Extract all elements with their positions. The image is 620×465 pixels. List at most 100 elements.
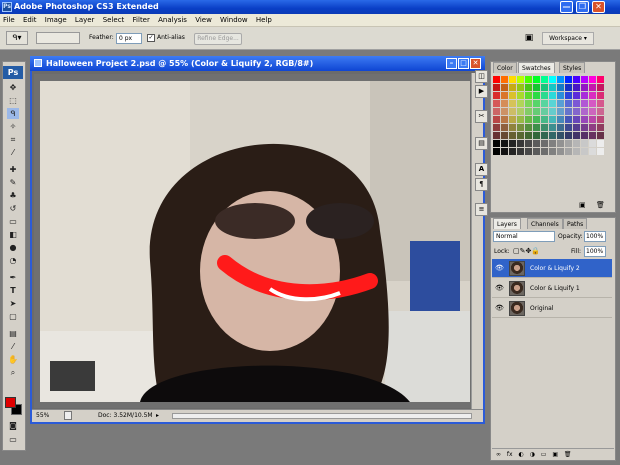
swatch-cell[interactable] (517, 116, 524, 123)
swatch-cell[interactable] (501, 92, 508, 99)
move-tool-icon[interactable]: ✥ (7, 82, 19, 93)
swatch-cell[interactable] (493, 132, 500, 139)
swatch-cell[interactable] (549, 148, 556, 155)
minimize-button[interactable]: — (560, 1, 573, 13)
swatch-cell[interactable] (541, 84, 548, 91)
swatch-grid[interactable] (493, 76, 609, 196)
swatch-cell[interactable] (589, 132, 596, 139)
type-tool-icon[interactable]: T (7, 285, 19, 296)
swatch-cell[interactable] (517, 108, 524, 115)
blur-tool-icon[interactable]: ● (7, 242, 19, 253)
swatch-cell[interactable] (541, 108, 548, 115)
swatch-cell[interactable] (501, 140, 508, 147)
swatch-cell[interactable] (541, 140, 548, 147)
swatch-cell[interactable] (597, 100, 604, 107)
swatch-cell[interactable] (581, 148, 588, 155)
close-button[interactable]: ✕ (592, 1, 605, 13)
swatch-cell[interactable] (573, 140, 580, 147)
swatch-cell[interactable] (525, 84, 532, 91)
zoom-level[interactable]: 55% (36, 410, 49, 422)
swatch-cell[interactable] (533, 116, 540, 123)
eyedropper-icon[interactable]: ⁄ (7, 147, 19, 158)
swatch-cell[interactable] (501, 76, 508, 83)
foreground-color-swatch[interactable] (5, 397, 16, 408)
swatch-cell[interactable] (597, 124, 604, 131)
swatch-cell[interactable] (549, 132, 556, 139)
swatch-cell[interactable] (565, 92, 572, 99)
swatch-cell[interactable] (501, 100, 508, 107)
swatch-cell[interactable] (533, 124, 540, 131)
swatch-cell[interactable] (581, 92, 588, 99)
swatch-cell[interactable] (501, 108, 508, 115)
swatch-cell[interactable] (509, 92, 516, 99)
actions-panel-icon[interactable]: ≡ (475, 203, 488, 216)
swatch-cell[interactable] (565, 148, 572, 155)
swatch-cell[interactable] (533, 92, 540, 99)
swatch-cell[interactable] (493, 100, 500, 107)
menu-view[interactable]: View (192, 14, 215, 27)
menu-image[interactable]: Image (42, 14, 70, 27)
menu-filter[interactable]: Filter (130, 14, 153, 27)
swatch-cell[interactable] (573, 76, 580, 83)
swatch-cell[interactable] (525, 116, 532, 123)
navigator-panel-icon[interactable]: ◫ (475, 70, 488, 83)
magic-wand-icon[interactable]: ✧ (7, 121, 19, 132)
layer-row[interactable]: 👁 Color & Liquify 1 (492, 279, 612, 298)
swatch-cell[interactable] (557, 108, 564, 115)
swatch-cell[interactable] (573, 132, 580, 139)
feather-input[interactable]: 0 px (116, 33, 142, 44)
eyedropper-2-icon[interactable]: ⁄ (7, 341, 19, 352)
swatch-cell[interactable] (541, 132, 548, 139)
swatch-cell[interactable] (581, 84, 588, 91)
gradient-tool-icon[interactable]: ◧ (7, 229, 19, 240)
swatch-cell[interactable] (493, 76, 500, 83)
swatch-cell[interactable] (501, 148, 508, 155)
doc-maximize-button[interactable]: □ (458, 58, 469, 69)
crop-tool-icon[interactable]: ⌗ (7, 134, 19, 145)
workspace-button[interactable]: Workspace ▾ (542, 32, 594, 45)
shape-tool-icon[interactable]: ▢ (7, 311, 19, 322)
swatch-cell[interactable] (533, 76, 540, 83)
swatch-cell[interactable] (549, 84, 556, 91)
swatch-cell[interactable] (549, 76, 556, 83)
camera-icon[interactable]: ▣ (521, 32, 537, 45)
swatch-cell[interactable] (501, 84, 508, 91)
swatch-cell[interactable] (493, 92, 500, 99)
swatch-cell[interactable] (565, 76, 572, 83)
swatch-cell[interactable] (557, 84, 564, 91)
swatch-cell[interactable] (581, 116, 588, 123)
swatch-cell[interactable] (533, 140, 540, 147)
swatch-cell[interactable] (589, 124, 596, 131)
doc-close-button[interactable]: ✕ (470, 58, 481, 69)
visibility-eye-icon[interactable]: 👁 (495, 259, 504, 278)
swatch-cell[interactable] (573, 92, 580, 99)
swatch-cell[interactable] (589, 100, 596, 107)
menu-analysis[interactable]: Analysis (155, 14, 190, 27)
tab-layers[interactable]: Layers (493, 218, 521, 229)
swatch-cell[interactable] (581, 132, 588, 139)
swatch-cell[interactable] (525, 92, 532, 99)
swatch-cell[interactable] (517, 92, 524, 99)
path-selection-icon[interactable]: ➤ (7, 298, 19, 309)
menu-edit[interactable]: Edit (20, 14, 40, 27)
swatch-cell[interactable] (557, 132, 564, 139)
marquee-tool-icon[interactable]: ⬚ (7, 95, 19, 106)
swatch-cell[interactable] (525, 140, 532, 147)
swatch-cell[interactable] (597, 148, 604, 155)
swatch-cell[interactable] (509, 132, 516, 139)
swatch-cell[interactable] (493, 116, 500, 123)
swatch-cell[interactable] (557, 148, 564, 155)
layer-row[interactable]: 👁 Original (492, 299, 612, 318)
swatch-cell[interactable] (573, 84, 580, 91)
swatch-cell[interactable] (533, 100, 540, 107)
swatch-cell[interactable] (573, 124, 580, 131)
tab-color[interactable]: Color (493, 62, 517, 73)
zoom-tool-icon[interactable]: ⌕ (7, 367, 19, 378)
swatch-cell[interactable] (573, 100, 580, 107)
swatch-cell[interactable] (565, 140, 572, 147)
swatch-cell[interactable] (557, 116, 564, 123)
swatch-cell[interactable] (589, 84, 596, 91)
menu-file[interactable]: File (0, 14, 18, 27)
tab-styles[interactable]: Styles (559, 62, 586, 73)
menu-help[interactable]: Help (253, 14, 275, 27)
